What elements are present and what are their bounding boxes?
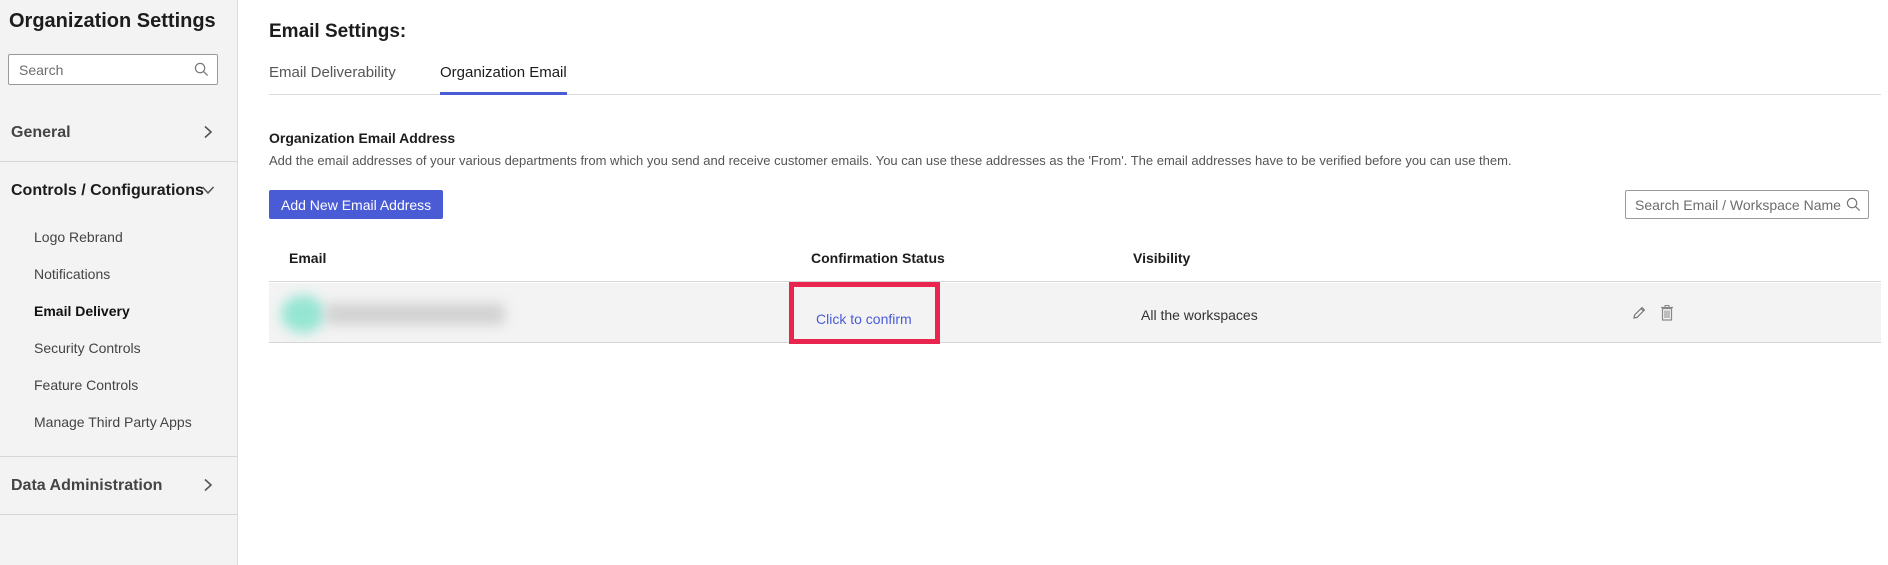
sidebar-section-controls[interactable]: Controls / Configurations (0, 162, 237, 220)
sidebar-search (8, 54, 218, 85)
chevron-right-icon (204, 478, 213, 492)
column-header-confirmation-status: Confirmation Status (811, 250, 945, 266)
tab-organization-email[interactable]: Organization Email (440, 64, 567, 95)
visibility-value: All the workspaces (1141, 307, 1258, 323)
email-workspace-search (1625, 190, 1869, 219)
sidebar-item-email-delivery[interactable]: Email Delivery (34, 303, 130, 319)
table-row: Click to confirm All the workspaces (269, 282, 1881, 344)
column-header-visibility: Visibility (1133, 250, 1191, 266)
sidebar-section-label: Data Administration (11, 477, 163, 494)
add-email-address-button[interactable]: Add New Email Address (269, 190, 444, 219)
highlight-box: Click to confirm (789, 282, 940, 344)
sidebar-item-security-controls[interactable]: Security Controls (34, 340, 141, 356)
avatar (281, 295, 325, 333)
email-workspace-search-input[interactable] (1626, 191, 1841, 218)
tab-bar: Email Deliverability Organization Email (269, 58, 1881, 95)
chevron-down-icon (201, 186, 215, 195)
search-icon[interactable] (1846, 197, 1861, 212)
sidebar-item-logo-rebrand[interactable]: Logo Rebrand (34, 229, 123, 245)
chevron-right-icon (204, 125, 213, 139)
sidebar-section-data-administration[interactable]: Data Administration (0, 457, 237, 515)
sidebar-search-input[interactable] (9, 55, 189, 84)
table-header: Email Confirmation Status Visibility (269, 240, 1881, 282)
main-content: Email Settings: Email Deliverability Org… (238, 0, 1888, 565)
sidebar-item-notifications[interactable]: Notifications (34, 266, 110, 282)
sidebar-section-label: General (11, 124, 71, 141)
trash-icon[interactable] (1659, 304, 1675, 322)
sidebar-section-general[interactable]: General (0, 104, 237, 162)
sidebar-item-manage-third-party-apps[interactable]: Manage Third Party Apps (34, 414, 192, 430)
sidebar-section-label: Controls / Configurations (11, 182, 204, 199)
sidebar-title: Organization Settings (9, 10, 216, 32)
tab-email-deliverability[interactable]: Email Deliverability (269, 64, 396, 95)
redacted-email-text (325, 303, 505, 325)
sidebar-item-feature-controls[interactable]: Feature Controls (34, 377, 138, 393)
page-title: Email Settings: (269, 21, 407, 42)
click-to-confirm-link[interactable]: Click to confirm (816, 311, 912, 327)
sidebar-divider (0, 514, 237, 515)
edit-pencil-icon[interactable] (1631, 304, 1647, 322)
section-description: Add the email addresses of your various … (269, 153, 1512, 168)
section-title: Organization Email Address (269, 130, 456, 146)
sidebar: Organization Settings General Controls /… (0, 0, 238, 565)
redacted-email (281, 293, 505, 333)
column-header-email: Email (289, 250, 327, 266)
search-icon[interactable] (194, 62, 209, 77)
app-root: Organization Settings General Controls /… (0, 0, 1888, 565)
